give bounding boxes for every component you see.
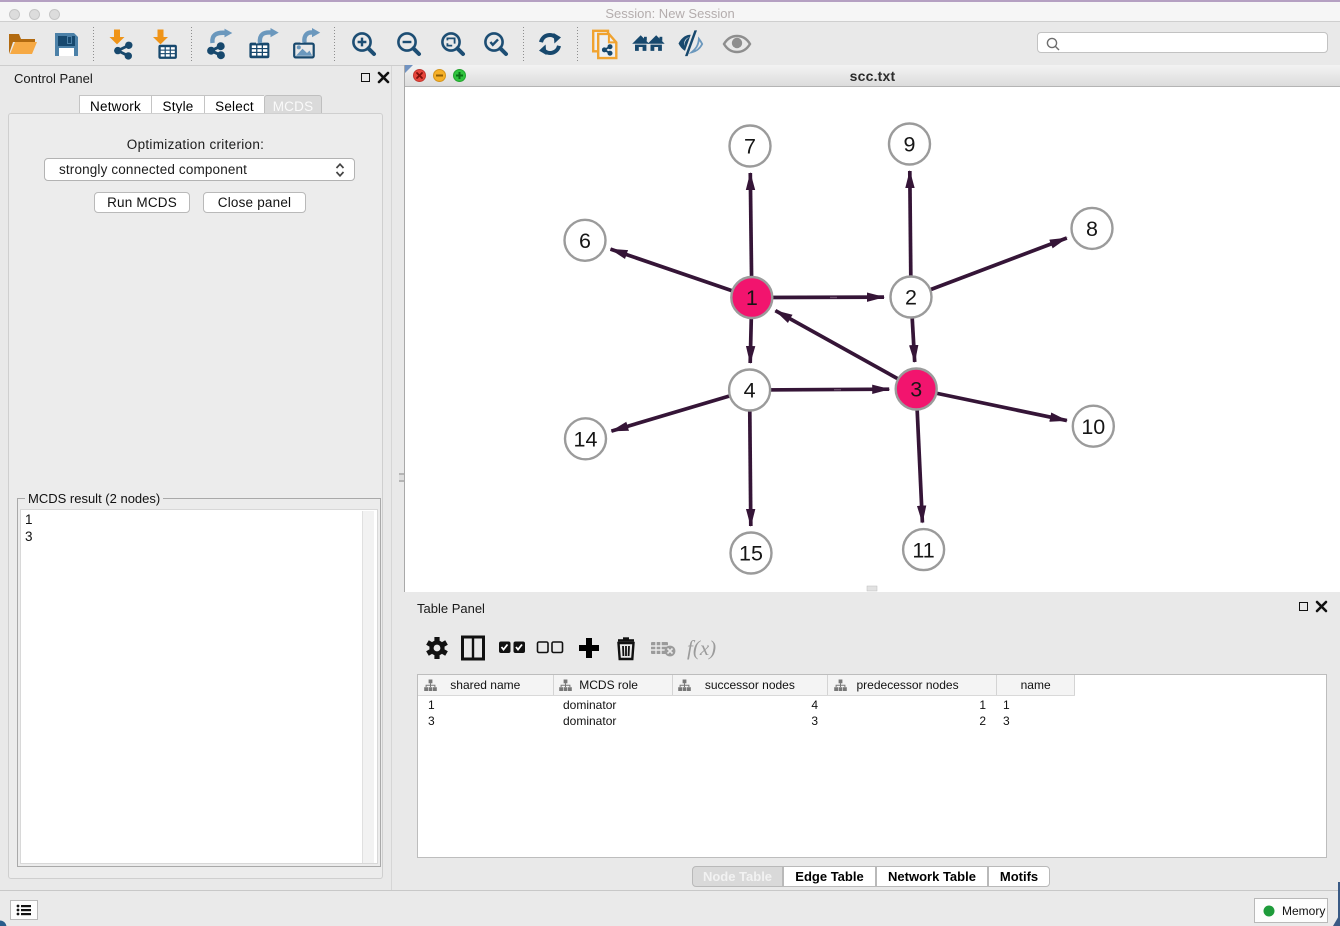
svg-text:11: 11 [912, 538, 934, 562]
svg-text:15: 15 [739, 542, 763, 566]
svg-text:8: 8 [1086, 217, 1098, 241]
svg-text:2: 2 [905, 286, 917, 310]
svg-text:9: 9 [904, 133, 916, 157]
svg-text:3: 3 [910, 378, 922, 402]
svg-text:14: 14 [574, 428, 598, 452]
svg-text:4: 4 [744, 379, 756, 403]
svg-text:7: 7 [744, 135, 756, 159]
svg-text:1: 1 [746, 286, 758, 310]
svg-text:f(x): f(x) [687, 636, 716, 660]
svg-text:10: 10 [1081, 415, 1105, 439]
svg-text:6: 6 [579, 229, 591, 253]
